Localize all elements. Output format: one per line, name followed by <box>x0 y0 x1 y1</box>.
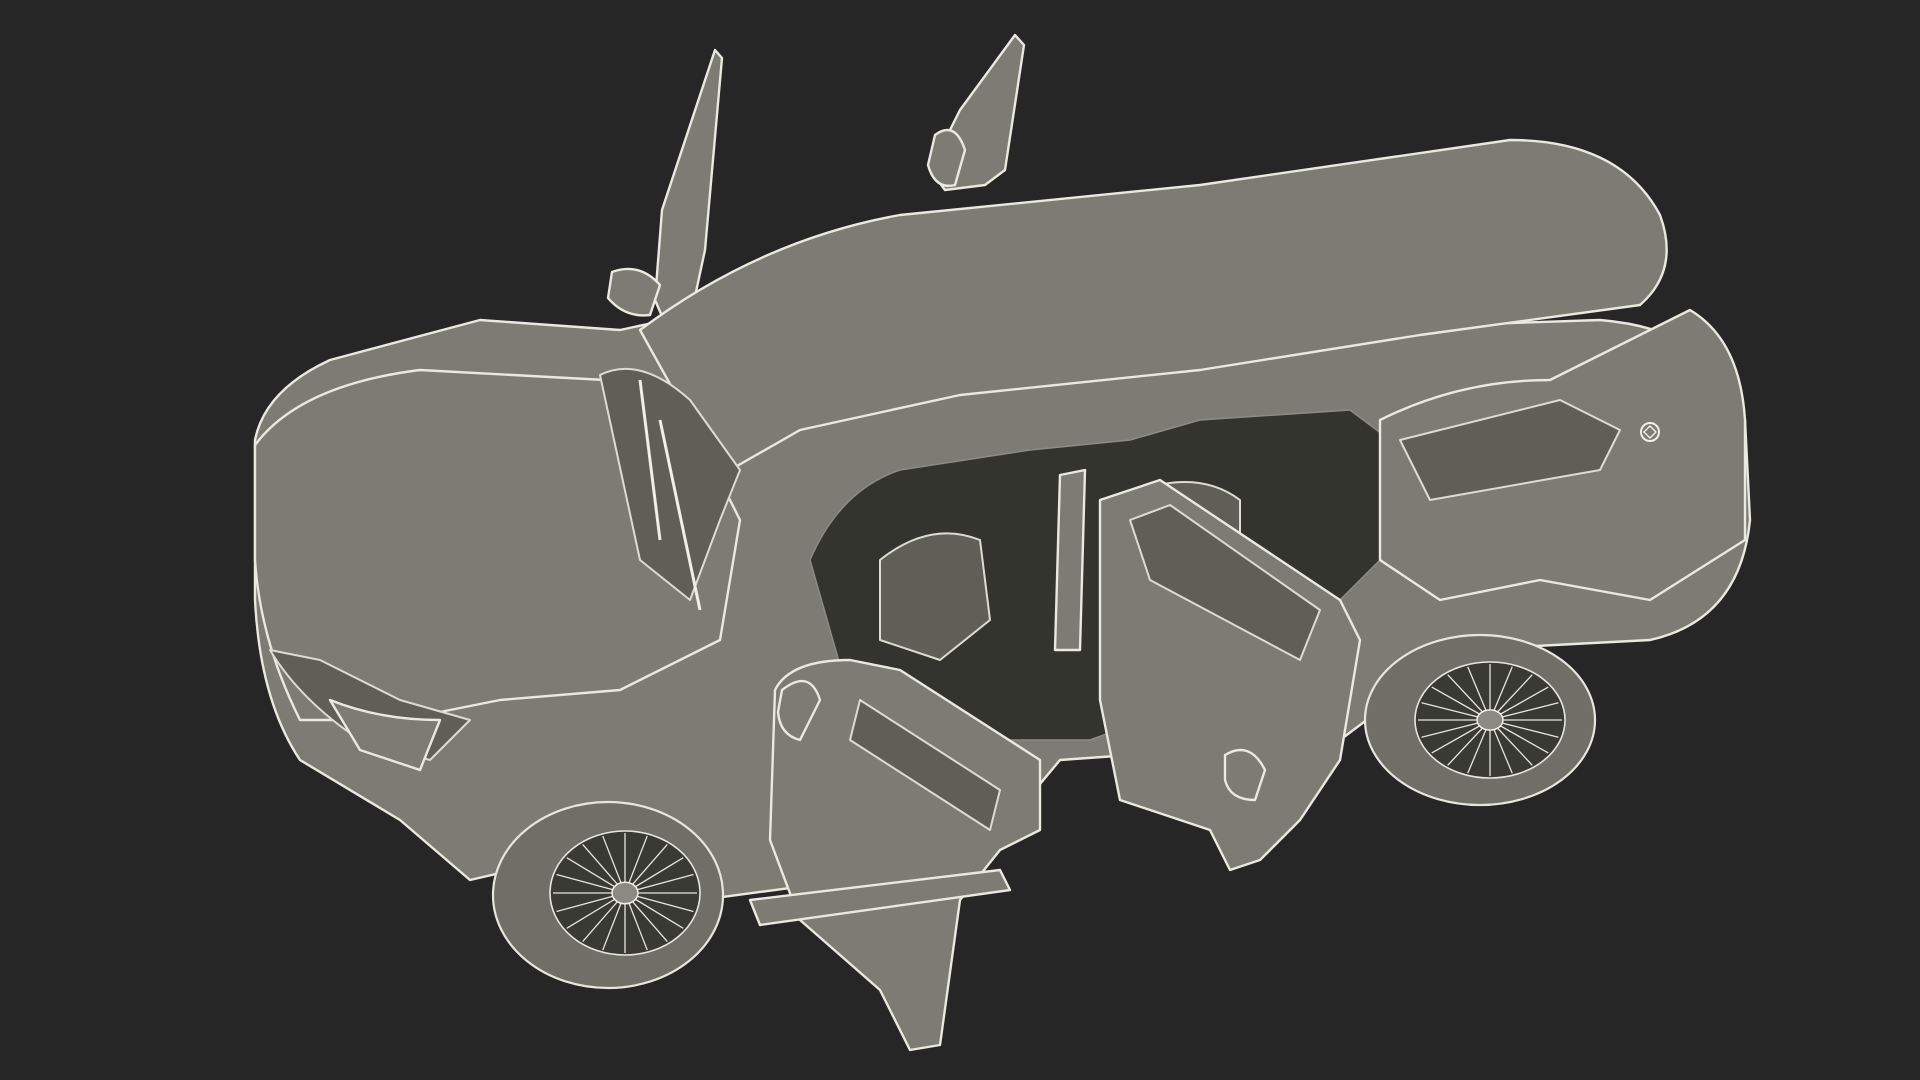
front-wheel <box>491 800 725 990</box>
wheel-hub <box>611 881 639 905</box>
render-viewport <box>0 0 1920 1080</box>
raised-door-right <box>926 33 1026 192</box>
wheel-hub <box>1476 709 1504 731</box>
rear-emblem <box>1640 422 1660 442</box>
rear-wheel <box>1363 633 1597 807</box>
wireframe-car-render <box>253 33 1752 1052</box>
